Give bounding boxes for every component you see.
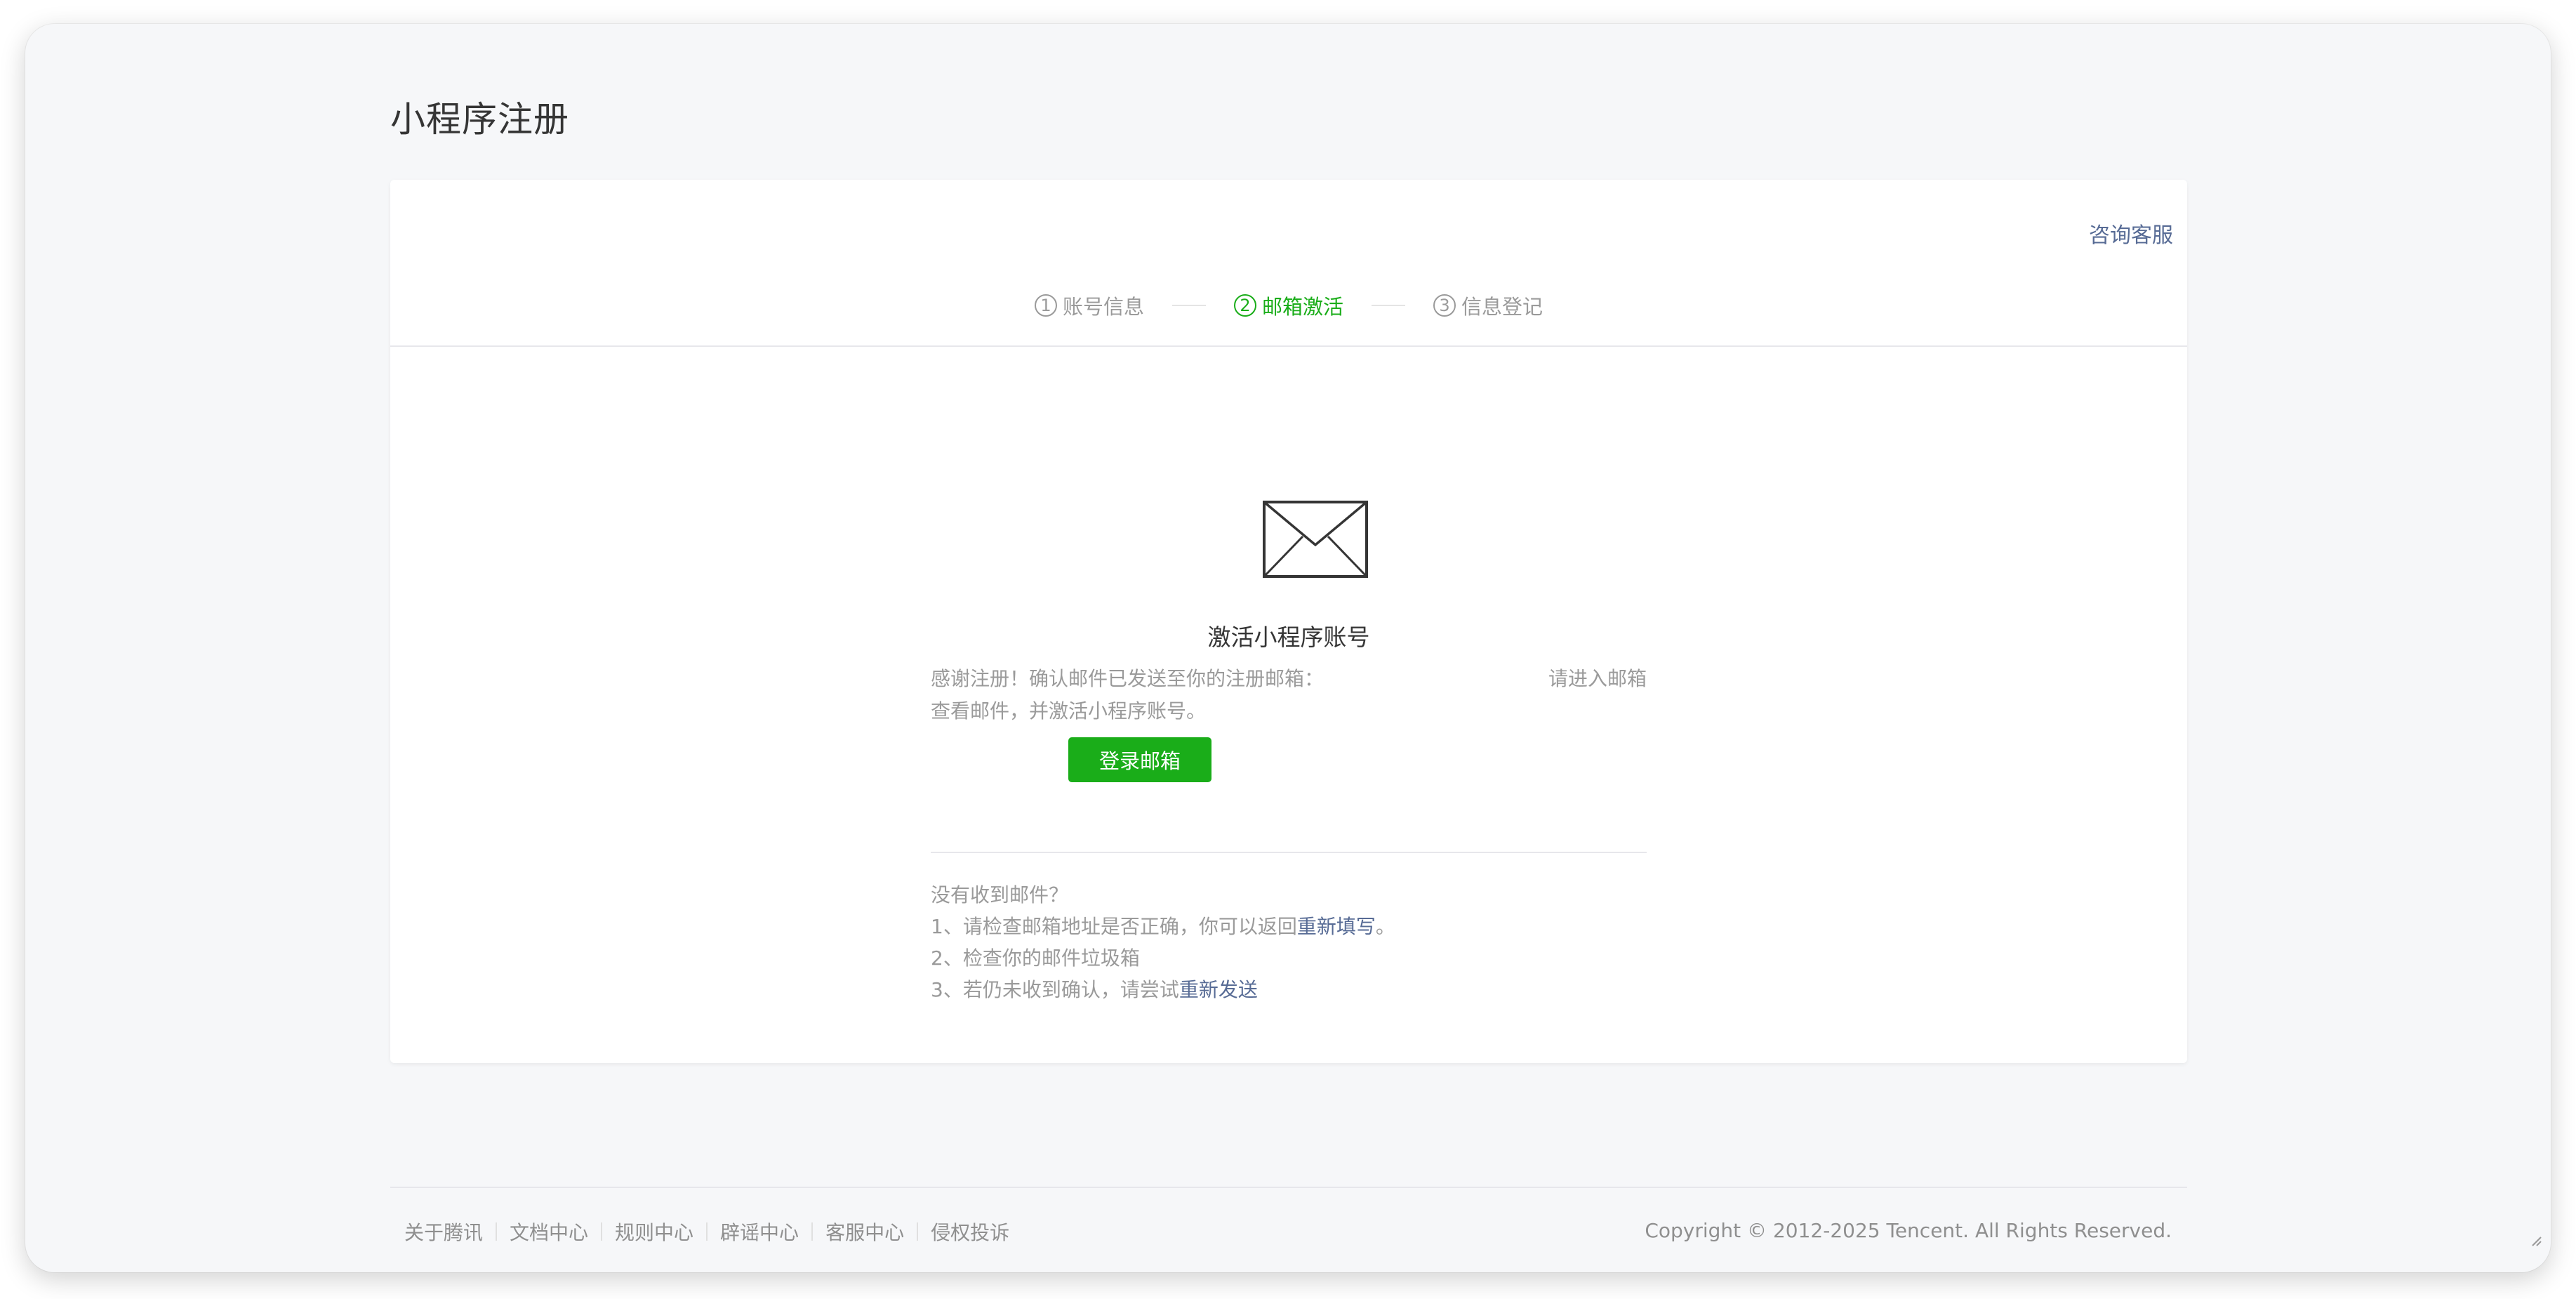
consult-service-link[interactable]: 咨询客服 [2089,218,2173,249]
rewrite-link[interactable]: 重新填写 [1297,915,1376,938]
resend-link[interactable]: 重新发送 [1179,978,1258,1001]
step-number: 1 [1034,294,1057,317]
description-text: 查看邮件，并激活小程序账号。 [931,699,1207,723]
progress-steps: 1 账号信息 2 邮箱激活 3 信息登记 [390,291,2187,320]
footer-separator [811,1222,814,1241]
help-item: 3、若仍未收到确认，请尝试重新发送 [931,974,1647,1005]
copyright-text: Copyright © 2012-2025 Tencent. All Right… [1645,1219,2172,1242]
step-label: 账号信息 [1062,295,1144,319]
footer-link-rumors[interactable]: 辟谣中心 [720,1218,799,1246]
footer-separator [706,1222,708,1241]
help-text: 。 [1375,915,1395,938]
step-number: 3 [1433,294,1456,317]
page-title: 小程序注册 [390,99,569,140]
footer-separator [917,1222,919,1241]
registration-card: 咨询客服 1 账号信息 2 邮箱激活 3 信息登记 激活小程序账号 感谢注册！确… [390,180,2187,1063]
content-divider [931,852,1647,853]
step-separator [1171,305,1206,306]
step-account-info: 1 账号信息 [1034,291,1144,320]
login-email-button[interactable]: 登录邮箱 [1068,737,1211,782]
footer-separator [496,1222,498,1241]
description-text: 感谢注册！确认邮件已发送至你的注册邮箱： [931,667,1324,690]
help-heading: 没有收到邮件？ [931,883,1069,906]
footer-link-about[interactable]: 关于腾讯 [404,1218,483,1246]
browser-window: 小程序注册 咨询客服 1 账号信息 2 邮箱激活 3 信息登记 激活小程序账号 … [25,24,2551,1272]
step-separator [1372,305,1405,306]
help-section: 没有收到邮件？ 1、请检查邮箱地址是否正确，你可以返回重新填写。 2、检查你的邮… [931,879,1647,1005]
help-text: 1、请检查邮箱地址是否正确，你可以返回 [931,915,1297,938]
footer-divider [390,1187,2187,1188]
description-text: 请进入邮箱 [1548,667,1647,690]
step-label: 信息登记 [1461,295,1543,319]
footer-link-complaint[interactable]: 侵权投诉 [931,1218,1009,1246]
step-email-activation: 2 邮箱激活 [1233,291,1343,320]
help-item: 2、检查你的邮件垃圾箱 [931,947,1140,970]
activation-description: 感谢注册！确认邮件已发送至你的注册邮箱： 请进入邮箱 查看邮件，并激活小程序账号… [931,663,1647,727]
help-text: 3、若仍未收到确认，请尝试 [931,978,1179,1001]
footer-link-docs[interactable]: 文档中心 [510,1218,588,1246]
resize-handle-icon[interactable] [2530,1234,2544,1248]
footer-links: 关于腾讯 文档中心 规则中心 辟谣中心 客服中心 侵权投诉 [404,1218,1009,1246]
step-label: 邮箱激活 [1261,295,1343,319]
help-item: 1、请检查邮箱地址是否正确，你可以返回重新填写。 [931,911,1647,942]
activation-title: 激活小程序账号 [1207,624,1370,651]
step-number: 2 [1233,294,1256,317]
footer-link-service[interactable]: 客服中心 [825,1218,904,1246]
step-info-registration: 3 信息登记 [1433,291,1543,320]
footer-separator [601,1222,603,1241]
header-divider [390,345,2187,347]
footer-link-rules[interactable]: 规则中心 [615,1218,693,1246]
envelope-icon [1263,501,1368,578]
